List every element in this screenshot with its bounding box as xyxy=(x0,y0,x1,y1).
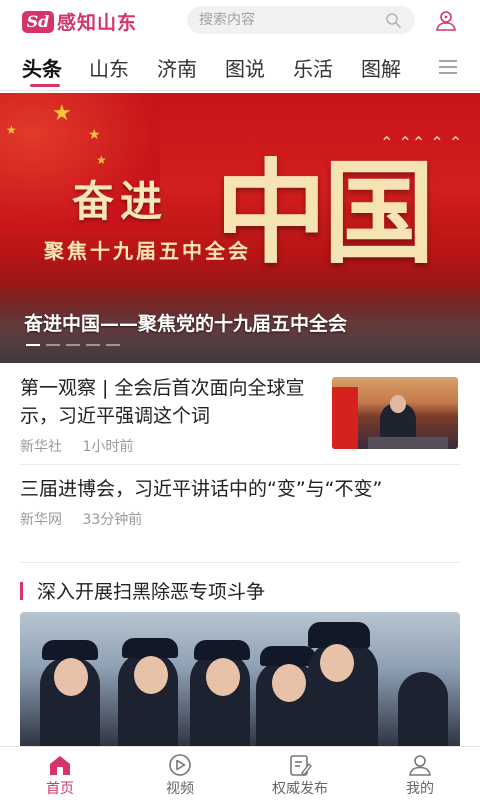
tab-picture-story[interactable]: 图说 xyxy=(225,53,265,82)
cap-graphic xyxy=(122,638,178,658)
section-title: 深入开展扫黑除恶专项斗争 xyxy=(37,581,266,603)
search-icon[interactable] xyxy=(385,12,401,32)
star-icon: ★ xyxy=(88,127,101,143)
star-icon: ★ xyxy=(96,153,107,167)
app-header: Sd 感知山东 xyxy=(0,0,480,42)
carousel-dot[interactable] xyxy=(46,344,60,346)
face-graphic xyxy=(54,658,88,696)
news-time: 1小时前 xyxy=(82,439,134,455)
news-item[interactable]: 三届进博会，习近平讲话中的“变”与“不变” 新华网 33分钟前 xyxy=(20,466,460,563)
news-source: 新华网 xyxy=(20,512,62,528)
star-icon: ★ xyxy=(52,101,72,126)
carousel-dot[interactable] xyxy=(66,344,80,346)
carousel-dot[interactable] xyxy=(86,344,100,346)
nav-video[interactable]: 视频 xyxy=(140,753,220,798)
nav-mine-label: 我的 xyxy=(406,781,434,797)
tab-jinan[interactable]: 济南 xyxy=(157,53,197,82)
user-icon xyxy=(409,755,431,776)
nav-video-label: 视频 xyxy=(166,781,194,797)
section-accent-bar xyxy=(20,581,23,600)
section-header[interactable]: 深入开展扫黑除恶专项斗争 xyxy=(20,577,265,604)
tab-lifestyle[interactable]: 乐活 xyxy=(293,53,333,82)
face-graphic xyxy=(206,658,240,696)
menu-icon[interactable] xyxy=(438,59,458,79)
nav-official-release[interactable]: 权威发布 xyxy=(260,753,340,798)
logo-mark: Sd xyxy=(22,10,54,33)
search-box[interactable] xyxy=(187,6,415,34)
carousel-dot[interactable] xyxy=(26,344,40,346)
logo-text: 感知山东 xyxy=(57,12,138,34)
banner-carousel[interactable]: ★ ★ ★ ★ ⌃ ⌃⌃ ⌃ ⌃ 奋进 中国 聚焦十九届五中全会 奋进中国——聚… xyxy=(0,93,480,363)
news-meta: 新华网 33分钟前 xyxy=(20,509,460,529)
face-graphic xyxy=(134,656,168,694)
tab-infographic[interactable]: 图解 xyxy=(361,53,401,82)
carousel-dot[interactable] xyxy=(106,344,120,346)
section-feature-image[interactable] xyxy=(20,612,460,750)
news-title[interactable]: 三届进博会，习近平讲话中的“变”与“不变” xyxy=(20,475,460,503)
edit-icon xyxy=(290,755,312,777)
cap-graphic xyxy=(260,646,316,666)
cap-graphic xyxy=(42,640,98,660)
news-source: 新华社 xyxy=(20,439,62,455)
news-title[interactable]: 第一观察 | 全会后首次面向全球宣示，习近平强调这个词 xyxy=(20,374,320,430)
face-graphic xyxy=(272,664,306,702)
nav-official-release-label: 权威发布 xyxy=(272,781,328,797)
tab-headlines[interactable]: 头条 xyxy=(22,53,62,82)
nav-mine[interactable]: 我的 xyxy=(380,753,460,798)
person-graphic xyxy=(398,672,448,750)
app-logo[interactable]: Sd 感知山东 xyxy=(22,8,137,35)
face-graphic xyxy=(320,644,354,682)
active-tab-indicator xyxy=(30,84,60,87)
flag-graphic xyxy=(332,387,358,449)
star-icon: ★ xyxy=(6,123,17,137)
banner-caption[interactable]: 奋进中国——聚焦党的十九届五中全会 xyxy=(24,309,347,336)
carousel-indicator xyxy=(26,344,120,346)
tab-shandong[interactable]: 山东 xyxy=(89,53,129,82)
news-thumbnail[interactable] xyxy=(332,377,458,449)
news-time: 33分钟前 xyxy=(82,512,143,528)
bottom-navigation: 首页 视频 权威发布 我的 xyxy=(0,746,480,800)
desk-graphic xyxy=(368,437,448,449)
nav-home-label: 首页 xyxy=(46,781,74,797)
nav-home[interactable]: 首页 xyxy=(20,753,100,798)
face-graphic xyxy=(390,395,406,413)
home-icon xyxy=(50,756,70,775)
search-input[interactable] xyxy=(199,12,369,28)
play-icon xyxy=(169,754,191,776)
news-item[interactable]: 第一观察 | 全会后首次面向全球宣示，习近平强调这个词 新华社 1小时前 xyxy=(20,366,460,465)
banner-headline: 奋进 xyxy=(72,177,169,226)
profile-icon[interactable] xyxy=(434,8,458,36)
cap-graphic xyxy=(194,640,250,660)
banner-subtitle: 聚焦十九届五中全会 xyxy=(44,239,251,263)
category-tabs: 头条 山东 济南 图说 乐活 图解 xyxy=(0,43,480,91)
